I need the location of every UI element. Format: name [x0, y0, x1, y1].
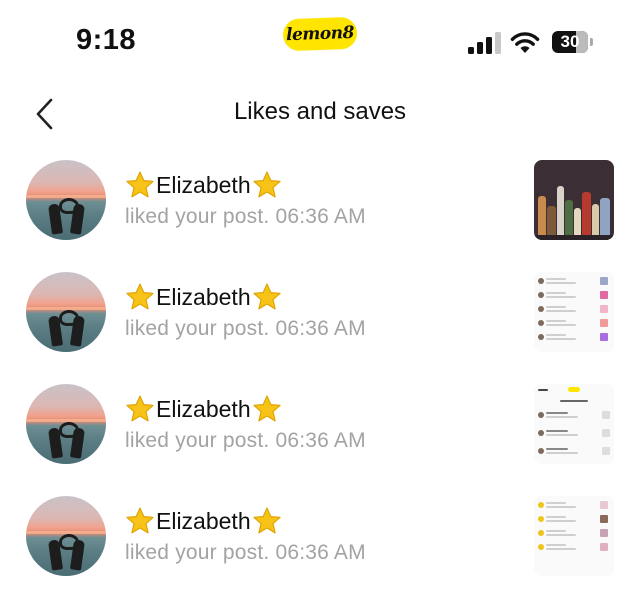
status-bar: 9:18 lemon8 30	[0, 0, 640, 80]
notification-user[interactable]: Elizabeth	[125, 169, 282, 201]
notification-action: liked your post. 06:36 AM	[125, 205, 366, 228]
wifi-icon	[510, 32, 540, 53]
status-time: 9:18	[76, 24, 137, 56]
app-logo-badge: lemon8	[282, 16, 358, 52]
notification-row[interactable]: Elizabeth liked your post. 06:36 AM	[0, 145, 640, 257]
post-thumbnail[interactable]	[534, 160, 614, 240]
star-icon	[126, 171, 154, 198]
star-icon	[253, 171, 281, 198]
battery-icon: 30	[552, 31, 594, 53]
header: Likes and saves	[0, 86, 640, 142]
username: Elizabeth	[156, 395, 251, 422]
avatar[interactable]	[26, 496, 106, 576]
avatar[interactable]	[26, 272, 106, 352]
page-title: Likes and saves	[233, 98, 407, 125]
username: Elizabeth	[156, 283, 251, 310]
notification-user[interactable]: Elizabeth	[125, 393, 282, 425]
avatar[interactable]	[26, 160, 106, 240]
battery-level: 30	[560, 32, 580, 51]
avatar[interactable]	[26, 384, 106, 464]
post-thumbnail[interactable]	[534, 496, 614, 576]
notification-row[interactable]: Elizabeth liked your post. 06:36 AM	[0, 257, 640, 369]
signal-icon	[468, 32, 501, 54]
star-icon	[126, 283, 154, 310]
username: Elizabeth	[156, 171, 251, 198]
notification-list: Elizabeth liked your post. 06:36 AM Eliz…	[0, 145, 640, 593]
notification-user[interactable]: Elizabeth	[125, 281, 282, 313]
notification-action: liked your post. 06:36 AM	[125, 541, 366, 564]
notification-action: liked your post. 06:36 AM	[125, 429, 366, 452]
star-icon	[126, 507, 154, 534]
app-logo-text: lemon8	[285, 22, 355, 46]
star-icon	[253, 283, 281, 310]
post-thumbnail[interactable]	[534, 384, 614, 464]
notification-row[interactable]: Elizabeth liked your post. 06:36 AM	[0, 369, 640, 481]
star-icon	[253, 395, 281, 422]
notification-user[interactable]: Elizabeth	[125, 505, 282, 537]
username: Elizabeth	[156, 507, 251, 534]
notification-row[interactable]: Elizabeth liked your post. 06:36 AM	[0, 481, 640, 593]
star-icon	[253, 507, 281, 534]
star-icon	[126, 395, 154, 422]
post-thumbnail[interactable]	[534, 272, 614, 352]
notification-action: liked your post. 06:36 AM	[125, 317, 366, 340]
